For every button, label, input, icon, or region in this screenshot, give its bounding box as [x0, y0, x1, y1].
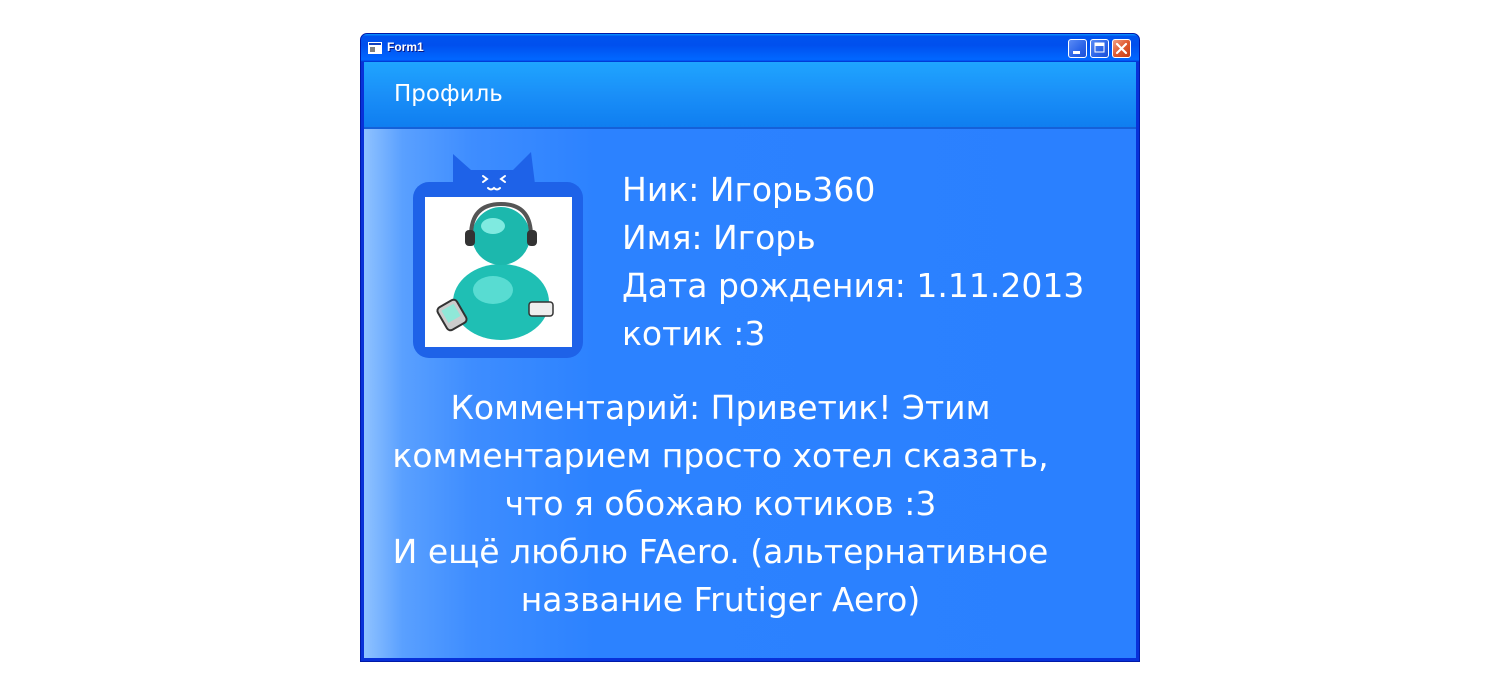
- form-window: Form1 Профиль Ник: Игорь360 Имя: Игорь Д…: [360, 33, 1140, 662]
- client-area: Профиль Ник: Игорь360 Имя: Игорь Дата ро…: [364, 62, 1136, 658]
- comment-line: что я обожаю котиков :3: [504, 484, 937, 523]
- cat-avatar-frame: [413, 152, 583, 358]
- header-band: Профиль: [364, 62, 1136, 129]
- profile-info: Ник: Игорь360 Имя: Игорь Дата рождения: …: [622, 166, 1084, 358]
- comment-line: И ещё люблю FAero. (альтернативное: [392, 532, 1049, 571]
- close-icon: [1115, 42, 1128, 55]
- name-label: Имя: Игорь: [622, 218, 816, 257]
- comment-line: Комментарий: Приветик! Этим: [450, 388, 991, 427]
- cat-frame-ears-icon: [453, 152, 535, 184]
- title-bar[interactable]: Form1: [361, 34, 1139, 62]
- maximize-icon: [1094, 42, 1105, 53]
- minimize-button[interactable]: [1068, 39, 1087, 58]
- app-icon: [368, 42, 382, 54]
- maximize-button[interactable]: [1090, 39, 1109, 58]
- page-title: Профиль: [394, 81, 503, 107]
- window-title: Form1: [387, 40, 424, 54]
- minimize-icon: [1073, 51, 1080, 54]
- comment-line: комментарием просто хотел сказать,: [392, 436, 1049, 475]
- nick-label: Ник: Игорь360: [622, 170, 876, 209]
- comment-line: название Frutiger Aero): [520, 580, 921, 619]
- comment-text: Комментарий: Приветик! Этим комментарием…: [364, 384, 1077, 624]
- close-button[interactable]: [1112, 39, 1131, 58]
- birth-date-label: Дата рождения: 1.11.2013: [622, 266, 1085, 305]
- note-label: котик :3: [622, 314, 766, 353]
